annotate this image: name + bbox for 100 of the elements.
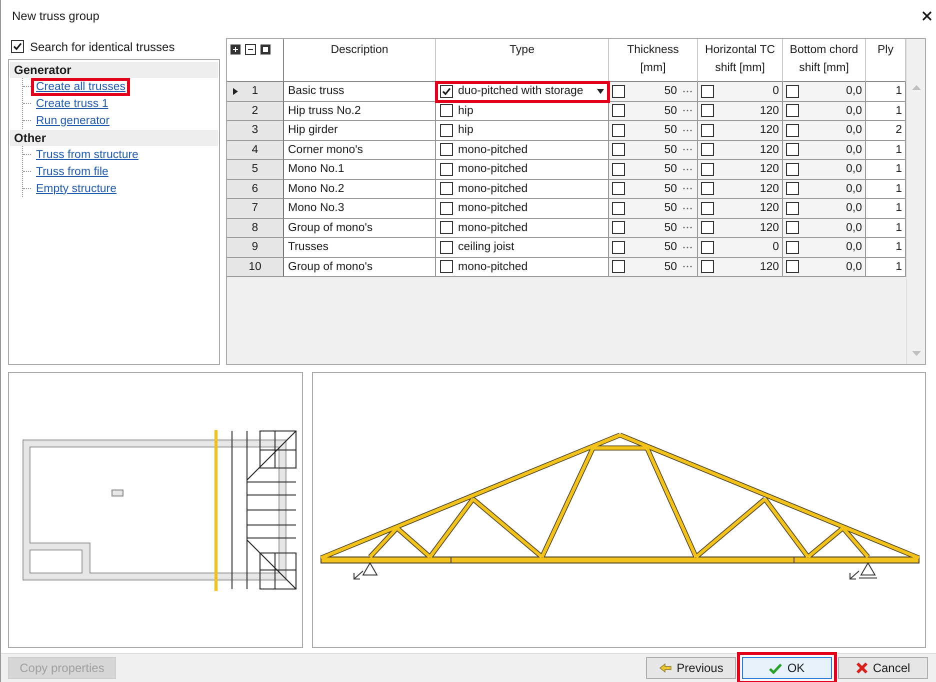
more-button[interactable] [681,90,694,93]
header-text: shift [mm] [799,62,849,74]
close-icon[interactable] [922,11,932,21]
cell-value: 50 [663,260,677,273]
more-button[interactable] [681,265,694,268]
checkbox[interactable] [701,260,714,274]
checkbox[interactable] [612,202,625,215]
checkbox[interactable] [440,182,453,196]
checkbox[interactable] [612,221,625,234]
type-cell[interactable]: mono-pitched [436,160,609,180]
row-header[interactable]: 6 [227,180,284,199]
tree-link[interactable]: Truss from file [34,166,110,178]
more-button[interactable] [681,206,694,210]
checkbox[interactable] [786,104,799,118]
checkbox[interactable] [786,221,799,234]
checkbox[interactable] [612,84,625,98]
checkbox[interactable] [701,143,714,156]
checkbox[interactable] [786,162,799,176]
checkbox[interactable] [440,260,453,274]
checkbox[interactable] [786,143,799,156]
type-cell[interactable]: hip [436,102,609,121]
copy-row-icon[interactable] [260,44,272,56]
checkbox[interactable] [701,162,714,176]
tree-link[interactable]: Create truss 1 [34,98,110,110]
checkbox[interactable] [612,143,625,156]
row-header[interactable]: 5 [227,160,284,180]
checkbox[interactable] [786,240,799,254]
more-button[interactable] [681,226,694,230]
checkbox[interactable] [786,182,799,196]
checkbox[interactable] [440,124,453,137]
type-cell[interactable]: hip [436,121,609,140]
checkbox[interactable] [440,202,453,215]
cell-value: 0,0 [845,202,862,214]
tree-link[interactable]: Empty structure [34,182,119,194]
type-cell[interactable]: mono-pitched [436,218,609,238]
cell-value: 50 [663,182,677,195]
row-header[interactable]: 8 [227,218,284,238]
checkbox[interactable] [440,162,453,176]
checkbox[interactable] [701,84,714,98]
cell-value: 120 [758,222,779,234]
row-header[interactable]: 1 [227,82,284,102]
type-cell[interactable]: mono-pitched [436,140,609,160]
cell-value: 50 [663,144,677,156]
type-cell[interactable]: mono-pitched [436,199,609,218]
tree-link[interactable]: Create all trusses [34,80,128,92]
row-header[interactable]: 7 [227,199,284,218]
cell-value: 50 [663,85,677,98]
checkbox[interactable] [612,162,625,176]
cell-value: 0,0 [845,241,862,254]
checkbox[interactable] [612,104,625,118]
cancel-button[interactable]: Cancel [838,657,928,679]
checkbox[interactable] [440,84,453,98]
cell-value: 50 [663,202,677,214]
checkbox[interactable] [11,40,24,53]
checkbox[interactable] [612,182,625,196]
more-button[interactable] [681,246,694,249]
more-button[interactable] [681,168,694,171]
previous-button[interactable]: Previous [646,657,736,679]
checkbox[interactable] [701,124,714,137]
row-header[interactable]: 10 [227,258,284,277]
caret-icon[interactable] [597,88,604,94]
tree-link[interactable]: Truss from structure [34,148,140,160]
more-button[interactable] [681,148,694,152]
type-cell[interactable]: mono-pitched [436,180,609,199]
table-cell: 2 [866,121,906,140]
checkbox[interactable] [440,240,453,254]
row-header[interactable]: 2 [227,102,284,121]
more-button[interactable] [681,187,694,190]
type-cell[interactable]: mono-pitched [436,258,609,277]
table-cell: 1 [866,82,906,102]
cell-value: 0,0 [845,222,862,234]
more-button[interactable] [681,109,694,112]
cell-value: 0,0 [845,85,862,98]
checkbox[interactable] [786,124,799,137]
checkbox[interactable] [701,240,714,254]
remove-row-icon[interactable] [245,44,257,56]
checkbox[interactable] [440,221,453,234]
checkbox[interactable] [612,240,625,254]
more-button[interactable] [681,128,694,132]
checkbox[interactable] [701,182,714,196]
checkbox[interactable] [440,104,453,118]
checkbox[interactable] [612,260,625,274]
type-cell[interactable]: duo-pitched with storage [436,82,609,102]
checkbox[interactable] [786,202,799,215]
checkbox[interactable] [612,124,625,137]
checkbox[interactable] [701,202,714,215]
cell-value: 120 [758,202,779,214]
checkbox[interactable] [786,260,799,274]
row-header[interactable]: 3 [227,121,284,140]
cell-value: 50 [663,104,677,117]
checkbox[interactable] [701,221,714,234]
checkbox[interactable] [786,84,799,98]
checkbox[interactable] [701,104,714,118]
checkbox[interactable] [440,143,453,156]
row-header[interactable]: 9 [227,238,284,258]
add-row-icon[interactable] [230,44,242,56]
type-cell[interactable]: ceiling joist [436,238,609,258]
table-cell: 1 [866,180,906,199]
tree-link[interactable]: Run generator [34,114,112,126]
row-header[interactable]: 4 [227,140,284,160]
